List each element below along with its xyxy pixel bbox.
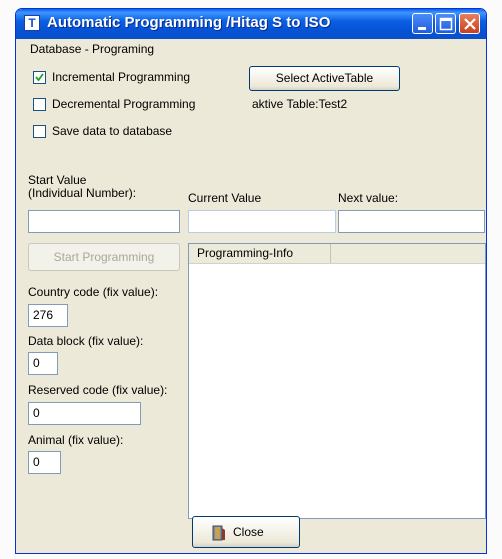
database-group-caption: Database - Programing (30, 42, 155, 56)
programming-info-list[interactable]: Programming-Info (188, 243, 486, 519)
active-table-text: aktive Table:Test2 (252, 97, 348, 111)
country-code-input[interactable]: 276 (28, 304, 68, 327)
current-value-label: Current Value (188, 191, 262, 205)
reserved-code-input[interactable]: 0 (28, 402, 141, 425)
title-bar[interactable]: T Automatic Programming /Hitag S to ISO (16, 9, 486, 39)
reserved-code-label: Reserved code (fix value): (28, 383, 168, 397)
save-database-label[interactable]: Save data to database (52, 124, 172, 138)
data-block-label: Data block (fix value): (28, 334, 144, 348)
window-title: Automatic Programming /Hitag S to ISO (47, 14, 331, 31)
start-value-input[interactable] (28, 210, 180, 233)
app-icon: T (24, 15, 40, 31)
decremental-checkbox[interactable] (33, 98, 46, 111)
next-value-label: Next value: (338, 191, 399, 205)
close-icon (464, 18, 476, 30)
incremental-checkbox[interactable] (33, 71, 46, 84)
list-header: Programming-Info (189, 244, 485, 264)
save-database-checkbox[interactable] (33, 125, 46, 138)
decremental-label[interactable]: Decremental Programming (52, 97, 195, 111)
country-code-label: Country code (fix value): (28, 285, 159, 299)
close-window-button[interactable] (459, 13, 480, 34)
programming-info-column-header[interactable]: Programming-Info (189, 244, 331, 263)
next-value-input[interactable] (338, 210, 485, 233)
minimize-button[interactable] (412, 13, 433, 34)
select-active-table-button[interactable]: Select ActiveTable (249, 66, 400, 91)
animal-label: Animal (fix value): (28, 433, 124, 447)
main-window: T Automatic Programming /Hitag S to ISO … (15, 8, 487, 554)
door-icon (212, 525, 225, 541)
data-block-input[interactable]: 0 (28, 352, 58, 375)
close-button[interactable]: Close (192, 516, 300, 548)
start-programming-button[interactable]: Start Programming (28, 243, 180, 271)
incremental-label[interactable]: Incremental Programming (52, 70, 190, 84)
maximize-button[interactable] (435, 13, 456, 34)
maximize-icon (439, 17, 453, 31)
start-value-label-line2: (Individual Number): (28, 186, 137, 200)
close-button-label: Close (233, 525, 264, 539)
minimize-icon (418, 27, 426, 30)
current-value-field (188, 210, 336, 233)
animal-input[interactable]: 0 (28, 451, 61, 474)
checkmark-icon (35, 73, 44, 82)
start-value-label: Start Value (Individual Number): (28, 174, 136, 200)
